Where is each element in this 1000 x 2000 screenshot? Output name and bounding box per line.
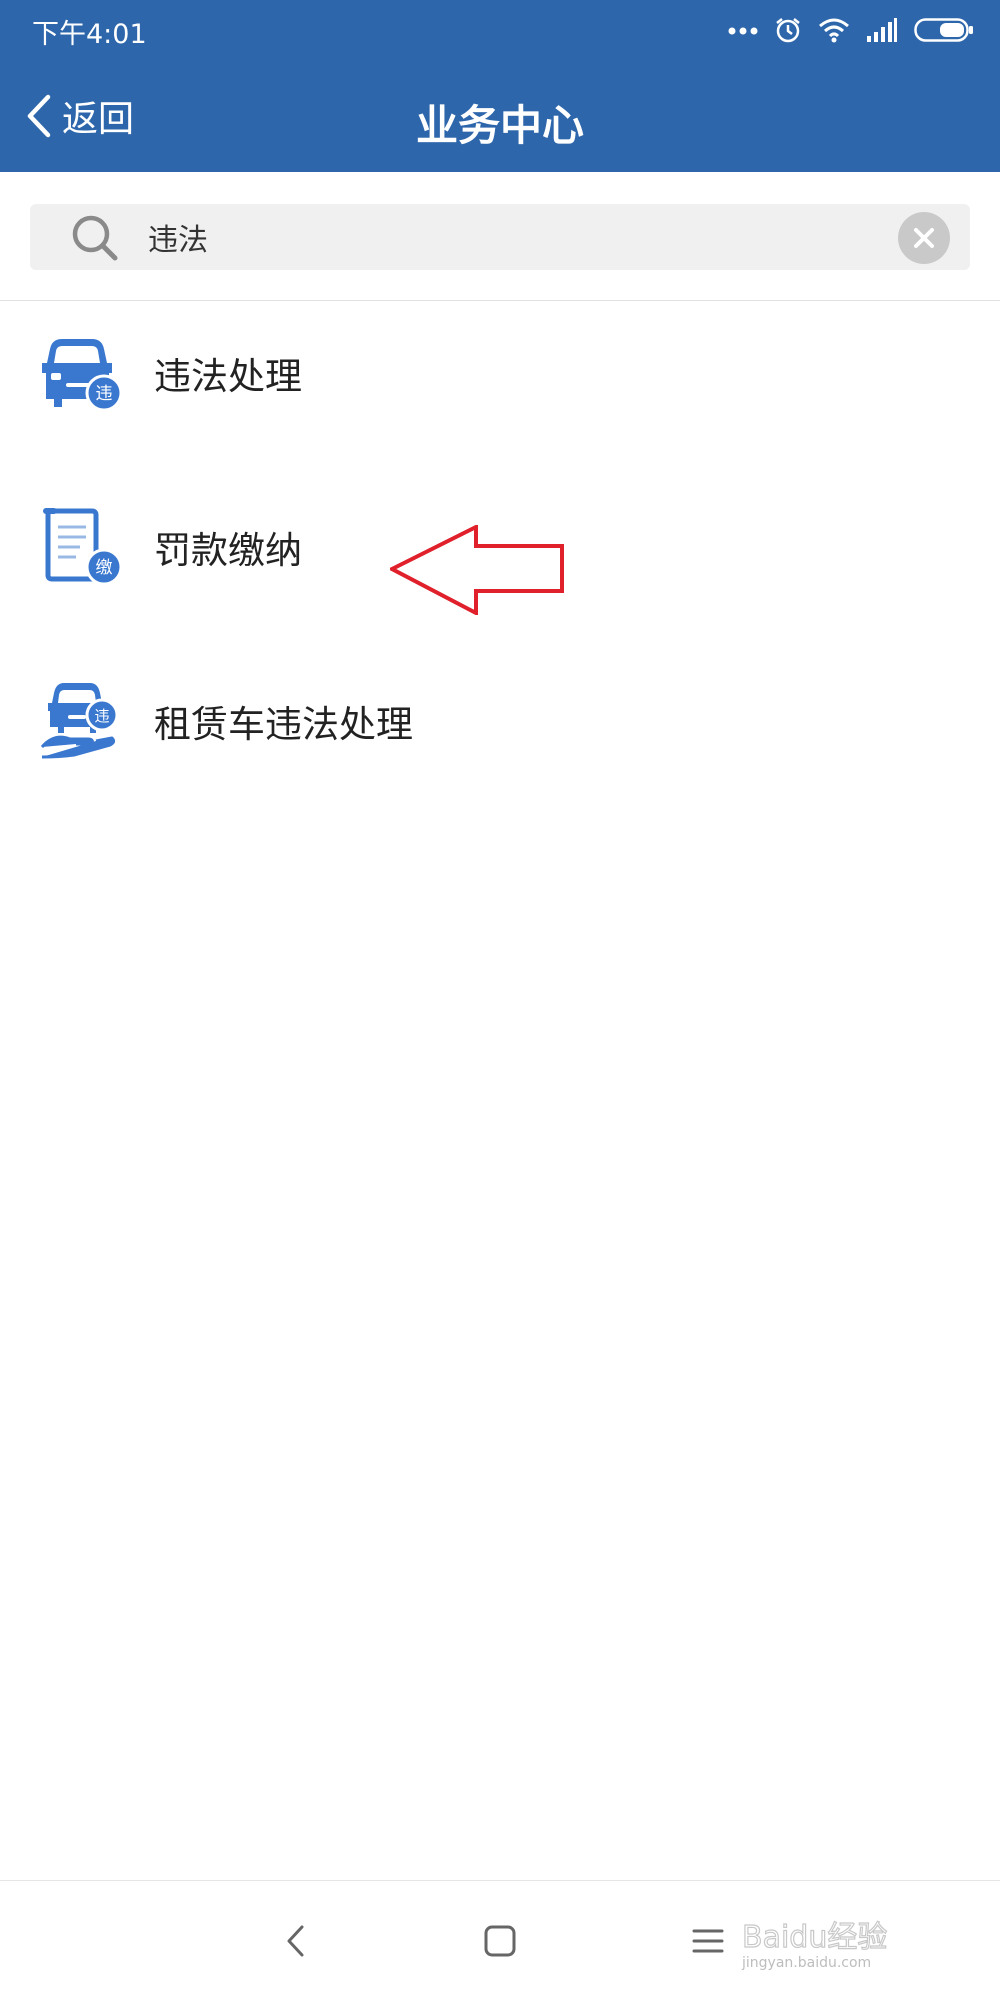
list-item-violation-handling[interactable]: 违 违法处理 [0,298,1000,448]
status-bar: 下午4:01 [0,0,1000,60]
icon-badge: 违 [94,707,109,725]
list-item-rental-car-violation[interactable]: 违 租赁车违法处理 [0,646,1000,796]
more-dots-icon [728,27,758,35]
wifi-icon [819,18,849,43]
fine-payment-icon: 缴 [43,508,123,586]
nav-back-button[interactable] [266,1911,326,1971]
search-icon [72,215,118,261]
search-box[interactable] [30,204,970,270]
item-label: 租赁车违法处理 [154,703,413,746]
nav-back-icon [287,1925,304,1957]
nav-home-button[interactable] [470,1911,530,1971]
signal-icon [867,18,897,42]
rental-car-violation-icon: 违 [40,683,119,759]
status-icons [728,12,974,48]
nav-menu-icon [692,1929,724,1953]
battery-icon [914,18,973,42]
nav-menu-button[interactable] [678,1911,738,1971]
item-label: 罚款缴纳 [154,529,302,572]
app-header: 返回 业务中心 [0,60,1000,172]
alarm-icon [776,18,800,43]
icon-badge: 违 [96,384,113,404]
icon-badge: 缴 [96,558,113,578]
nav-home-icon [484,1925,516,1957]
watermark-url: jingyan.baidu.com [741,1955,871,1971]
red-arrow-icon [390,525,564,615]
item-label: 违法处理 [154,355,302,398]
page-title: 业务中心 [415,101,584,150]
search-input[interactable] [148,214,888,260]
watermark-text: Baidu经验 [742,1920,887,1955]
clear-icon [914,228,934,248]
system-nav-bar: Baidu经验 jingyan.baidu.com [0,1880,1000,2000]
search-section [0,172,1000,301]
baidu-watermark-logo: Baidu经验 jingyan.baidu.com [741,1919,888,1971]
car-violation-icon: 违 [42,339,123,412]
clear-button[interactable] [898,212,950,264]
status-time: 下午4:01 [32,19,147,50]
